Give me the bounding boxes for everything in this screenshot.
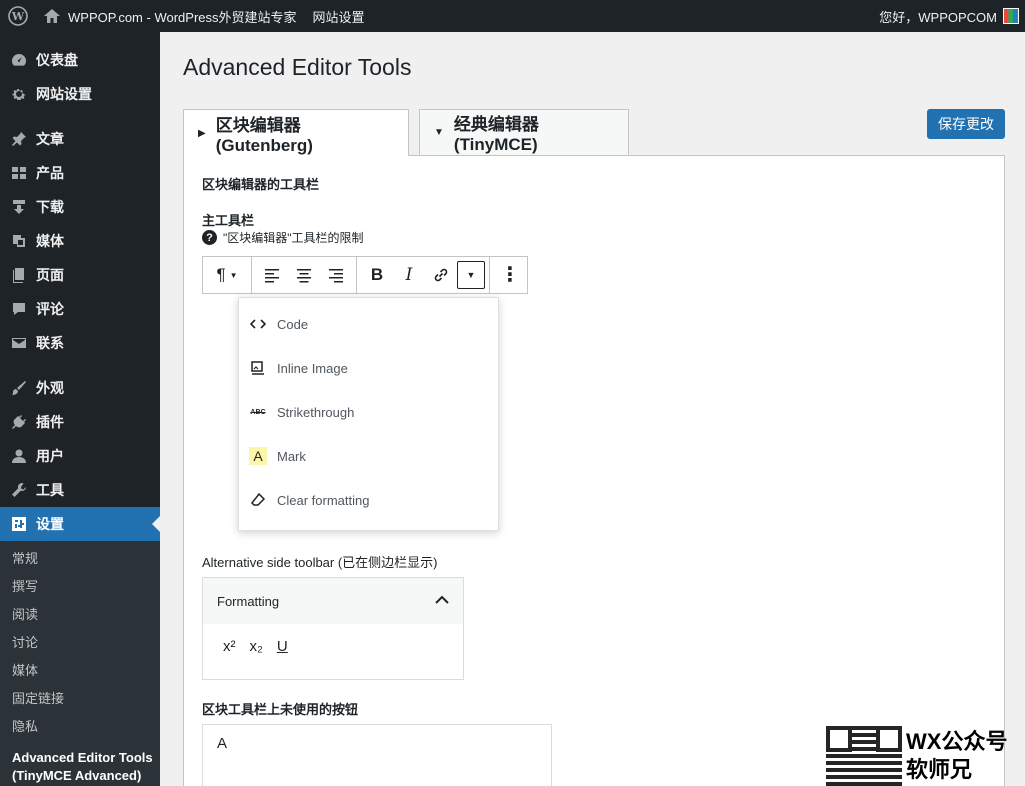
more-formats-dropdown: Code Inline Image ABC Strikethrough A Ma… [238, 297, 499, 531]
toolbar-group-align [252, 257, 357, 293]
site-settings-link[interactable]: 网站设置 [305, 0, 373, 32]
avatar [1003, 8, 1019, 24]
submenu-item-general[interactable]: 常规 [0, 545, 160, 573]
sidebar-item-contact[interactable]: 联系 [0, 326, 160, 360]
sidebar-item-tools[interactable]: 工具 [0, 473, 160, 507]
align-center-icon[interactable] [288, 259, 320, 291]
strikethrough-icon: ABC [250, 408, 266, 416]
page-title: Advanced Editor Tools [183, 54, 412, 80]
mark-icon: A [249, 447, 267, 465]
dropdown-item-code[interactable]: Code [239, 302, 498, 346]
sidebar-item-dashboard[interactable]: 仪表盘 [0, 43, 160, 77]
sidebar-item-pages[interactable]: 页面 [0, 258, 160, 292]
plugin-icon [10, 413, 28, 431]
sidebar-item-plugins[interactable]: 插件 [0, 405, 160, 439]
pin-icon [10, 130, 28, 148]
bold-icon[interactable]: B [361, 259, 393, 291]
comment-icon [10, 300, 28, 318]
submenu-item-privacy[interactable]: 隐私 [0, 713, 160, 741]
main-toolbar-label: 主工具栏 [202, 213, 255, 228]
brush-icon [10, 379, 28, 397]
qr-code-icon [826, 726, 902, 786]
align-right-icon[interactable] [320, 259, 352, 291]
save-changes-button[interactable]: 保存更改 [927, 109, 1005, 139]
caret-right-icon: ▶ [198, 127, 206, 139]
main-content: Advanced Editor Tools 保存更改 ▶ 区块编辑器(Guten… [160, 32, 1025, 786]
dropdown-item-inline-image[interactable]: Inline Image [239, 346, 498, 390]
tab-gutenberg[interactable]: ▶ 区块编辑器(Gutenberg) [183, 109, 409, 156]
home-icon [44, 9, 60, 23]
settings-icon [10, 515, 28, 533]
sidebar-item-media[interactable]: 媒体 [0, 224, 160, 258]
link-icon[interactable] [425, 259, 457, 291]
side-toolbar-buttons: x² x₂ U [203, 624, 463, 669]
submenu-item-permalinks[interactable]: 固定链接 [0, 685, 160, 713]
submenu-item-discussion[interactable]: 讨论 [0, 629, 160, 657]
sidebar-item-appearance[interactable]: 外观 [0, 371, 160, 405]
section-title: 区块编辑器的工具栏 [202, 177, 320, 192]
caret-down-icon: ▼ [434, 127, 444, 138]
gear-icon [10, 85, 28, 103]
help-icon[interactable]: ? [202, 230, 217, 245]
sidebar-item-comments[interactable]: 评论 [0, 292, 160, 326]
unused-button-a[interactable]: A [217, 735, 227, 752]
toolbar-note: ? "区块编辑器"工具栏的限制 [202, 229, 364, 246]
submenu-item-reading[interactable]: 阅读 [0, 601, 160, 629]
watermark: WX公众号 软师兄 [826, 726, 1025, 786]
dropdown-item-clear-formatting[interactable]: Clear formatting [239, 478, 498, 522]
italic-icon[interactable]: I [393, 259, 425, 291]
watermark-line-2: 软师兄 [906, 757, 973, 782]
more-formats-dropdown-icon[interactable]: ▼ [457, 261, 485, 289]
side-toolbar-label: Alternative side toolbar (已在侧边栏显示) [202, 555, 438, 570]
sidebar-item-settings[interactable]: 设置 [0, 507, 160, 541]
wrench-icon [10, 481, 28, 499]
tab-tinymce[interactable]: ▼ 经典编辑器(TinyMCE) [419, 109, 629, 155]
unused-buttons-label: 区块工具栏上未使用的按钮 [202, 702, 359, 717]
toolbar-group-options: ⋮ [490, 257, 530, 293]
eraser-icon [249, 491, 267, 509]
sidebar-item-users[interactable]: 用户 [0, 439, 160, 473]
dropdown-item-strikethrough[interactable]: ABC Strikethrough [239, 390, 498, 434]
site-name: WPPOP.com - WordPress外贸建站专家 [68, 9, 297, 25]
subscript-button[interactable]: x₂ [250, 638, 263, 655]
code-icon [249, 315, 267, 333]
svg-text:W: W [11, 10, 25, 23]
grid-icon [10, 164, 28, 182]
side-toolbar-panel: Formatting x² x₂ U [202, 577, 464, 680]
greeting-text: 您好，WPPOPCOM [879, 9, 997, 25]
submenu-item-advanced-editor-tools[interactable]: Advanced Editor Tools (TinyMCE Advanced) [0, 741, 160, 785]
toolbar-group-format: B I ▼ [357, 257, 490, 293]
admin-sidebar: 仪表盘 网站设置 文章 产品 下载 媒体 页面 评论 联系 外观 插件 用户 工… [0, 32, 160, 786]
paragraph-icon[interactable]: ¶ ▼ [207, 259, 247, 291]
align-left-icon[interactable] [256, 259, 288, 291]
superscript-button[interactable]: x² [223, 638, 236, 655]
user-icon [10, 447, 28, 465]
more-options-icon[interactable]: ⋮ [494, 259, 526, 291]
site-name-link[interactable]: WPPOP.com - WordPress外贸建站专家 [36, 0, 305, 32]
account-menu[interactable]: 您好，WPPOPCOM [871, 0, 1025, 32]
mail-icon [10, 334, 28, 352]
sidebar-item-posts[interactable]: 文章 [0, 122, 160, 156]
unused-buttons-box: A [202, 724, 552, 786]
dropdown-item-mark[interactable]: A Mark [239, 434, 498, 478]
underline-button[interactable]: U [277, 638, 288, 655]
dashboard-icon [10, 51, 28, 69]
submenu-item-writing[interactable]: 撰写 [0, 573, 160, 601]
page-icon [10, 266, 28, 284]
download-icon [10, 198, 28, 216]
chevron-up-icon [435, 592, 449, 610]
submenu-item-media[interactable]: 媒体 [0, 657, 160, 685]
toolbar-group-paragraph: ¶ ▼ [203, 257, 252, 293]
inline-image-icon [249, 359, 267, 377]
sidebar-item-site-settings[interactable]: 网站设置 [0, 77, 160, 111]
formatting-panel-header[interactable]: Formatting [203, 578, 463, 624]
watermark-line-1: WX公众号 [906, 729, 1008, 754]
media-icon [10, 232, 28, 250]
sidebar-item-downloads[interactable]: 下载 [0, 190, 160, 224]
sidebar-item-products[interactable]: 产品 [0, 156, 160, 190]
main-toolbar: ¶ ▼ B I ▼ ⋮ [202, 256, 528, 294]
wordpress-logo-icon[interactable]: W [0, 0, 36, 32]
settings-submenu: 常规 撰写 阅读 讨论 媒体 固定链接 隐私 Advanced Editor T… [0, 541, 160, 786]
admin-bar: W WPPOP.com - WordPress外贸建站专家 网站设置 您好，WP… [0, 0, 1025, 32]
